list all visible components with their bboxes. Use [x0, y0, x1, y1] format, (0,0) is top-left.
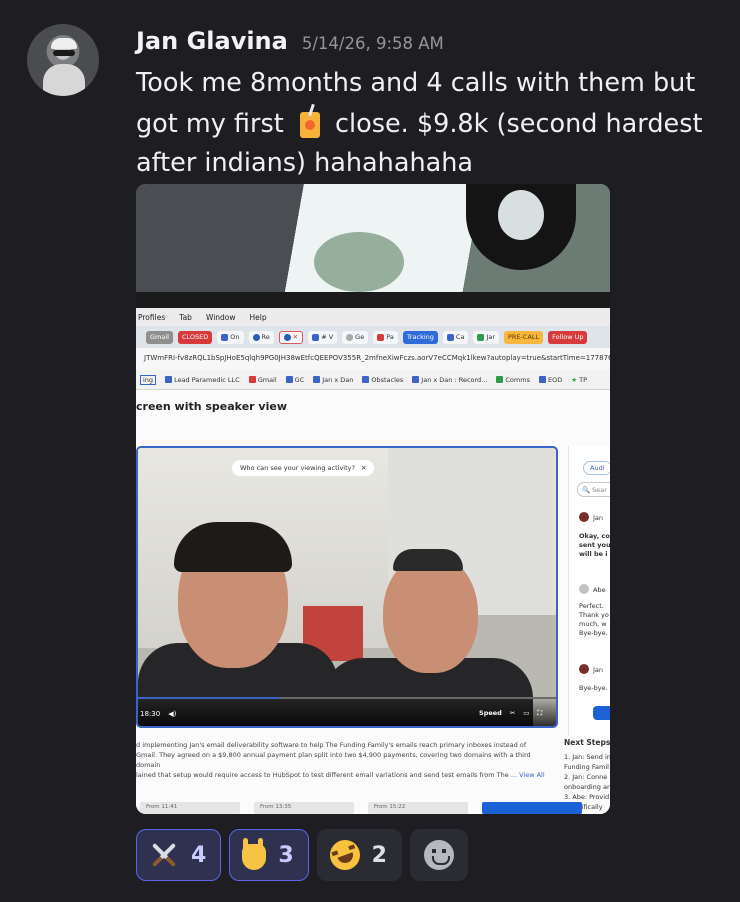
person-left-face: [174, 522, 292, 668]
menu-item: Tab: [179, 312, 192, 322]
video-progress-fill: [138, 697, 281, 699]
browser-tab: Tracking: [402, 330, 438, 344]
fullscreen-icon: ⛶: [537, 709, 542, 717]
reaction-crossed-swords[interactable]: 4: [136, 829, 222, 881]
bookmark: Obstacles: [362, 375, 403, 384]
browser-tab: Gmail: [146, 330, 173, 344]
recording-title: creen with speaker view: [136, 400, 287, 413]
bookmark: ing: [140, 374, 157, 385]
reaction-count: 3: [278, 842, 294, 868]
video-time: 18:30: [140, 710, 161, 718]
scissors-icon: ✂: [509, 709, 516, 717]
call-summary: d implementing Jan's email deliverabilit…: [136, 741, 545, 779]
bookmarks-bar: ing Lead Paramedic LLC Gmail GC Jan x Da…: [136, 370, 610, 390]
reaction-sign-of-horns[interactable]: 3: [229, 829, 309, 881]
juice-box-icon[interactable]: [296, 103, 324, 138]
transcript-item: Bye-bye.: [579, 684, 608, 692]
avatar-figure: [43, 64, 85, 96]
photo-tree: [314, 232, 404, 292]
browser-tab: CLOSED: [177, 330, 213, 344]
add-reaction-button[interactable]: [409, 829, 468, 881]
video-progress-bar: [138, 697, 556, 699]
transcript-item: Perfect. Thank yo much, w Bye-bye.: [579, 602, 609, 637]
bookmark: EOD: [538, 375, 562, 384]
message-timestamp[interactable]: 5/14/26, 9:58 AM: [302, 34, 444, 53]
bookmark: Comms: [496, 375, 530, 384]
browser-menubar: Profiles Tab Window Help: [136, 308, 610, 326]
browser-tab: Ca: [442, 330, 469, 344]
reaction-count: 2: [371, 842, 387, 868]
browser-tabbar: Gmail CLOSED On Re ✕ # V Ge Pa Tracking …: [136, 326, 610, 348]
webcam-mount: [466, 184, 576, 270]
transcript-item: Okay, co sent you will be i: [579, 532, 610, 558]
browser-tab: PRE-CALL: [504, 330, 544, 344]
browser-tab: Ge: [342, 330, 369, 344]
user-avatar[interactable]: [27, 24, 99, 96]
browser-tab: Jar: [473, 330, 500, 344]
volume-icon: ◀︎): [168, 710, 177, 718]
bookmark: Jan x Dan : Record...: [412, 375, 487, 384]
send-button: [593, 706, 610, 720]
transcript-item: Jan: [579, 512, 610, 523]
clip-thumbnails: From 11:41 From 13:35 From 15:22: [136, 802, 610, 814]
avatar-sunglasses: [53, 50, 75, 56]
transcript-panel: Audi 🔍 Sear Jan Okay, co sent you will b…: [568, 446, 610, 736]
message-content: Took me 8months and 4 calls with them bu…: [136, 64, 721, 184]
view-all-link: ... View All: [510, 771, 545, 779]
sign-of-horns-icon: [242, 838, 267, 870]
clip-thumb: From 13:35: [254, 802, 354, 814]
menu-item: Profiles: [138, 312, 166, 322]
browser-tab: On: [217, 330, 244, 344]
person-right-face: [383, 549, 478, 673]
video-player: Who can see your viewing activity? ✕ 18:3…: [136, 446, 558, 728]
browser-tab: # V: [308, 330, 338, 344]
image-attachment[interactable]: Profiles Tab Window Help Gmail CLOSED On…: [136, 184, 610, 814]
username[interactable]: Jan Glavina: [136, 27, 288, 55]
message-header: Jan Glavina 5/14/26, 9:58 AM: [136, 27, 444, 55]
smiley-icon: [423, 840, 454, 870]
browser-tab: Pa: [373, 330, 398, 344]
reaction-count: 4: [191, 842, 207, 868]
transcript-item: Jan: [579, 664, 610, 675]
recording-page: creen with speaker view Who can see your…: [136, 390, 610, 814]
captions-icon: ▭: [523, 709, 530, 717]
next-steps: Next Steps 1. Jan: Send in Funding Famil…: [564, 738, 610, 811]
bookmark: Lead Paramedic LLC: [165, 375, 240, 384]
menu-item: Window: [205, 312, 236, 322]
speed-label: Speed: [479, 709, 502, 717]
bookmark: Gmail: [248, 375, 277, 384]
transcript-item: Abe: [579, 584, 610, 595]
browser-tab-active: ✕: [278, 330, 304, 344]
reactions-bar: 4 3 2: [136, 829, 468, 881]
clip-thumb: From 15:22: [368, 802, 468, 814]
clip-thumb: [482, 802, 582, 814]
video-controls-left: 18:30 ◀︎): [140, 710, 176, 718]
menu-item: Help: [249, 312, 267, 322]
avatar-cap: [51, 38, 77, 49]
monitor-bezel: [136, 292, 610, 308]
rolling-laughing-icon: [325, 835, 364, 875]
transcript-search: 🔍 Sear: [577, 482, 610, 497]
browser-url: JTWmFRI-fv8zRQL1bSpJHoE5qlqh9PG0JH38wEtf…: [136, 348, 610, 370]
crossed-swords-icon: [149, 840, 179, 870]
bookmark: Jan x Dan: [313, 375, 353, 384]
photo-background: [136, 184, 610, 296]
video-controls-right: Speed ✂ ▭ ⛶: [479, 709, 542, 718]
close-icon: ✕: [360, 464, 367, 472]
browser-tab: Re: [248, 330, 274, 344]
clip-thumb: From 11:41: [140, 802, 240, 814]
audio-tab: Audi: [583, 461, 610, 475]
viewing-activity-banner: Who can see your viewing activity? ✕: [232, 460, 375, 476]
bookmark: ★ TP: [571, 375, 587, 384]
reaction-rolling-laughing[interactable]: 2: [316, 829, 402, 881]
browser-tab: Follow Up: [548, 330, 588, 344]
bookmark: GC: [285, 375, 304, 384]
